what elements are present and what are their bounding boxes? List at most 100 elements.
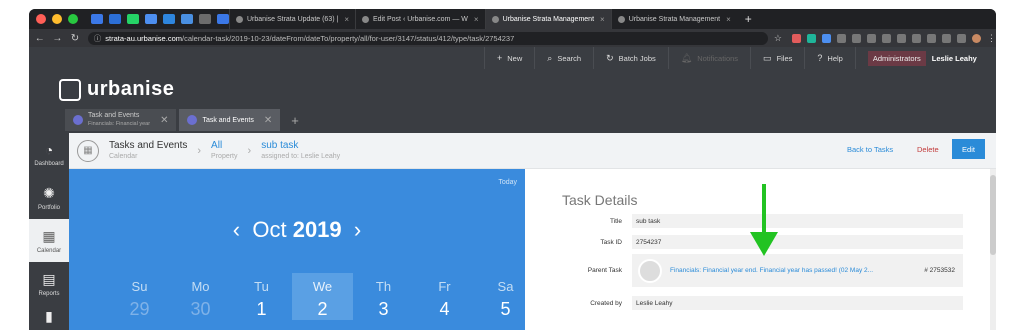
- created-by-label: Created by: [590, 299, 622, 307]
- scrollbar-thumb[interactable]: [990, 175, 996, 255]
- pinned-tab-icon[interactable]: [199, 14, 211, 24]
- close-tab-icon[interactable]: ✕: [160, 115, 168, 126]
- browser-tab[interactable]: Urbanise Strata Update (63) | ×: [229, 9, 355, 29]
- calendar-icon: ▦: [42, 227, 56, 244]
- window-controls: [29, 14, 87, 24]
- parent-task-card[interactable]: Financials: Financial year end. Financia…: [632, 254, 963, 287]
- calendar-date[interactable]: 5: [475, 299, 536, 320]
- bookmark-star-icon[interactable]: ☆: [774, 33, 782, 44]
- back-to-tasks-link[interactable]: Back to Tasks: [847, 145, 893, 154]
- batch-jobs-button[interactable]: ↻ Batch Jobs: [593, 47, 668, 69]
- extension-icon[interactable]: [881, 33, 891, 43]
- extension-icon[interactable]: [896, 33, 906, 43]
- dashboard-icon: ◔: [44, 142, 54, 158]
- task-details-heading: Task Details: [562, 192, 638, 208]
- calendar-date[interactable]: 1: [231, 299, 292, 320]
- urbanise-logo[interactable]: urbanise: [59, 78, 174, 101]
- app-tab-active[interactable]: Task and Events ✕: [179, 109, 281, 131]
- extension-icon[interactable]: [821, 33, 831, 43]
- browser-tab-active[interactable]: Urbanise Strata Management ×: [484, 9, 611, 29]
- files-label: Files: [776, 53, 793, 63]
- maximize-window-icon[interactable]: [68, 14, 78, 24]
- close-window-icon[interactable]: [36, 14, 46, 24]
- extension-icon[interactable]: [956, 33, 966, 43]
- pinned-tab-icon[interactable]: [181, 14, 193, 24]
- calendar-date[interactable]: 29: [109, 299, 170, 320]
- close-tab-icon[interactable]: ×: [600, 15, 605, 24]
- calendar-date[interactable]: 3: [353, 299, 414, 320]
- app-tab[interactable]: Task and Events Financials: Financial yea…: [65, 109, 177, 131]
- sidebar-item-label: Dashboard: [34, 161, 64, 167]
- notifications-button[interactable]: 🔔︎ Notifications: [667, 47, 750, 69]
- pinned-tab-icon[interactable]: [163, 14, 175, 24]
- edit-button[interactable]: Edit: [952, 139, 985, 159]
- pinned-tab-icon[interactable]: [109, 14, 121, 24]
- extension-icon[interactable]: [866, 33, 876, 43]
- close-tab-icon[interactable]: ×: [726, 15, 731, 24]
- calendar-date[interactable]: 2: [292, 299, 353, 320]
- year: 2019: [292, 217, 342, 242]
- reload-icon[interactable]: ↻: [68, 33, 82, 44]
- calendar-date[interactable]: 4: [414, 299, 475, 320]
- extension-icon[interactable]: [926, 33, 936, 43]
- browser-tab[interactable]: Urbanise Strata Management ×: [610, 9, 737, 29]
- logo-text: urbanise: [87, 78, 175, 100]
- browser-tab[interactable]: Edit Post ‹ Urbanise.com — W ×: [354, 9, 485, 29]
- whatsapp-icon[interactable]: [127, 14, 139, 24]
- pinned-tab-icon[interactable]: [217, 14, 229, 24]
- browser-tab-label: Edit Post ‹ Urbanise.com — W: [372, 15, 468, 23]
- pinned-tab-icon[interactable]: [91, 14, 103, 24]
- browser-menu-icon[interactable]: ⋮: [987, 33, 996, 44]
- sidebar-item-reports[interactable]: ▤ Reports: [29, 262, 69, 305]
- files-button[interactable]: ▭ Files: [750, 47, 804, 69]
- extension-icon[interactable]: [941, 33, 951, 43]
- pinned-tab-icon[interactable]: [145, 14, 157, 24]
- close-tab-icon[interactable]: ×: [474, 15, 479, 24]
- created-by-value: Leslie Leahy: [632, 296, 963, 310]
- extension-icon[interactable]: [806, 33, 816, 43]
- user-menu[interactable]: Administrators Leslie Leahy: [854, 47, 989, 69]
- info-icon[interactable]: ⓘ: [94, 33, 102, 44]
- prev-month-icon[interactable]: ‹: [233, 217, 240, 242]
- app-tabs: Task and Events Financials: Financial yea…: [65, 109, 299, 131]
- url-field[interactable]: ⓘ strata-au.urbanise.com/calendar-task/2…: [87, 31, 768, 45]
- crumb-main: All: [211, 139, 223, 151]
- profile-avatar[interactable]: [971, 33, 981, 43]
- crumb-sub: assigned to: Leslie Leahy: [261, 152, 341, 160]
- help-button[interactable]: ? Help: [804, 47, 854, 69]
- app-tab-text: Task and Events Financials: Financial yea…: [88, 112, 150, 128]
- sidebar-item-more[interactable]: ▮: [29, 305, 69, 330]
- today-button[interactable]: Today: [498, 179, 517, 186]
- sidebar-item-label: Calendar: [36, 247, 62, 254]
- extension-icon[interactable]: [851, 33, 861, 43]
- extension-icon[interactable]: [911, 33, 921, 43]
- back-arrow-icon[interactable]: ←: [33, 33, 47, 44]
- sidebar-item-calendar[interactable]: ▦ Calendar: [29, 219, 69, 262]
- globe-icon: [236, 15, 243, 23]
- minimize-window-icon[interactable]: [52, 14, 62, 24]
- next-month-icon[interactable]: ›: [354, 217, 361, 242]
- parent-task-link[interactable]: Financials: Financial year end. Financia…: [670, 267, 873, 274]
- scrollbar[interactable]: [990, 169, 996, 330]
- add-tab-button[interactable]: +: [291, 113, 299, 128]
- close-tab-icon[interactable]: ×: [344, 15, 349, 24]
- forward-arrow-icon[interactable]: →: [51, 33, 65, 44]
- parent-task-id: # 2753532: [924, 267, 955, 274]
- new-button[interactable]: + New: [484, 47, 534, 69]
- folder-icon: ▭: [763, 52, 772, 63]
- search-button[interactable]: ⌕ Search: [534, 47, 593, 69]
- crumb-tasks[interactable]: Tasks and Events Calendar: [109, 140, 187, 162]
- close-tab-icon[interactable]: ✕: [264, 115, 272, 126]
- calendar-date[interactable]: 30: [170, 299, 231, 320]
- search-label: Search: [557, 53, 582, 63]
- main-content: ▦ Tasks and Events Calendar › All Proper…: [69, 133, 996, 330]
- sidebar-item-dashboard[interactable]: ◔ Dashboard: [29, 133, 69, 176]
- extension-icon[interactable]: [791, 33, 801, 43]
- crumb-property[interactable]: All Property: [211, 140, 237, 162]
- sidebar-item-portfolio[interactable]: ✺ Portfolio: [29, 176, 69, 219]
- delete-button[interactable]: Delete: [917, 145, 939, 154]
- app-tab-label: Task and Events: [202, 116, 254, 124]
- new-tab-button[interactable]: +: [745, 12, 752, 26]
- crumb-task[interactable]: sub task assigned to: Leslie Leahy: [261, 140, 340, 162]
- extension-icon[interactable]: [836, 33, 846, 43]
